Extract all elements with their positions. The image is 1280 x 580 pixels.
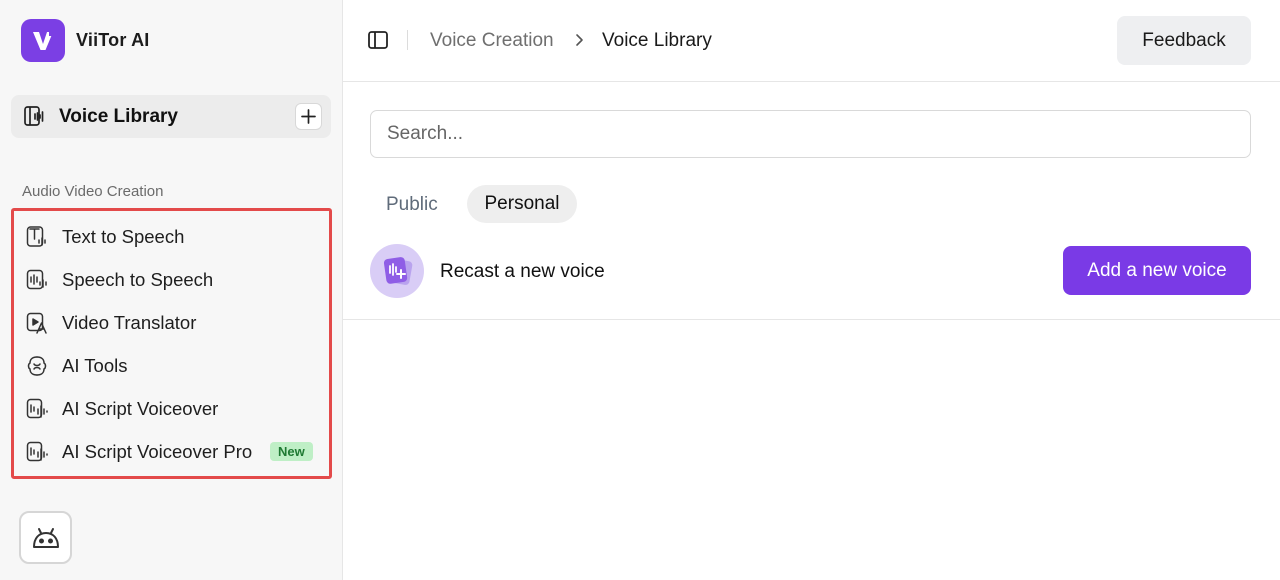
feedback-button[interactable]: Feedback — [1117, 16, 1251, 65]
viitor-logo-icon — [21, 19, 65, 62]
sidebar-item-text-to-speech[interactable]: Text to Speech — [26, 222, 184, 252]
sidebar-item-ai-script-voiceover[interactable]: AI Script Voiceover — [26, 394, 218, 424]
sidebar-item-label: AI Script Voiceover — [62, 398, 219, 419]
video-translator-icon — [26, 312, 48, 334]
sidebar-item-label: Video Translator — [62, 312, 197, 333]
header-divider — [407, 30, 408, 50]
assistant-bot-button[interactable] — [19, 511, 72, 564]
sidebar-item-video-translator[interactable]: Video Translator — [26, 308, 196, 338]
recast-voice-label: Recast a new voice — [440, 261, 605, 282]
tab-public[interactable]: Public — [386, 194, 438, 216]
brand[interactable]: ViiTor AI — [21, 19, 149, 62]
search-input[interactable] — [370, 110, 1251, 158]
robot-icon — [32, 527, 59, 548]
ai-tools-icon — [26, 355, 48, 377]
sidebar: ViiTor AI Voice Library Audio Video Crea… — [0, 0, 343, 580]
plus-icon — [301, 109, 316, 124]
menu-highlight-box: Text to Speech Speech to Speech Video Tr… — [11, 208, 332, 479]
header: Voice Creation Voice Library Feedback — [343, 0, 1280, 82]
recast-voice-icon — [370, 244, 424, 298]
sidebar-item-ai-tools[interactable]: AI Tools — [26, 351, 127, 381]
app-name: ViiTor AI — [76, 30, 150, 50]
text-to-speech-icon — [26, 226, 48, 248]
add-new-voice-button[interactable]: Add a new voice — [1063, 246, 1251, 295]
breadcrumb-voice-creation[interactable]: Voice Creation — [430, 30, 554, 52]
script-voiceover-icon — [26, 398, 48, 420]
sidebar-item-label: Speech to Speech — [62, 269, 214, 290]
tab-personal[interactable]: Personal — [467, 185, 577, 223]
new-badge: New — [270, 442, 313, 461]
speech-to-speech-icon — [26, 269, 48, 291]
sidebar-item-label: AI Script Voiceover Pro — [62, 441, 253, 462]
section-title: Audio Video Creation — [22, 183, 164, 200]
sidebar-item-label: Text to Speech — [62, 226, 185, 247]
recast-voice-row: Recast a new voice Add a new voice — [343, 238, 1280, 320]
sidebar-item-voice-library[interactable]: Voice Library — [11, 95, 331, 138]
sidebar-item-label: AI Tools — [62, 355, 128, 376]
breadcrumb-voice-library: Voice Library — [602, 30, 712, 51]
sidebar-item-speech-to-speech[interactable]: Speech to Speech — [26, 265, 213, 295]
sidebar-item-label: Voice Library — [59, 105, 178, 127]
sidebar-toggle-button[interactable] — [367, 29, 389, 51]
sidebar-item-ai-script-voiceover-pro[interactable]: AI Script Voiceover Pro New — [26, 437, 321, 467]
add-library-button[interactable] — [295, 103, 322, 130]
script-voiceover-pro-icon — [26, 441, 48, 463]
voice-library-icon — [23, 105, 45, 127]
sidebar-toggle-icon — [368, 31, 388, 49]
chevron-right-icon — [573, 33, 585, 47]
